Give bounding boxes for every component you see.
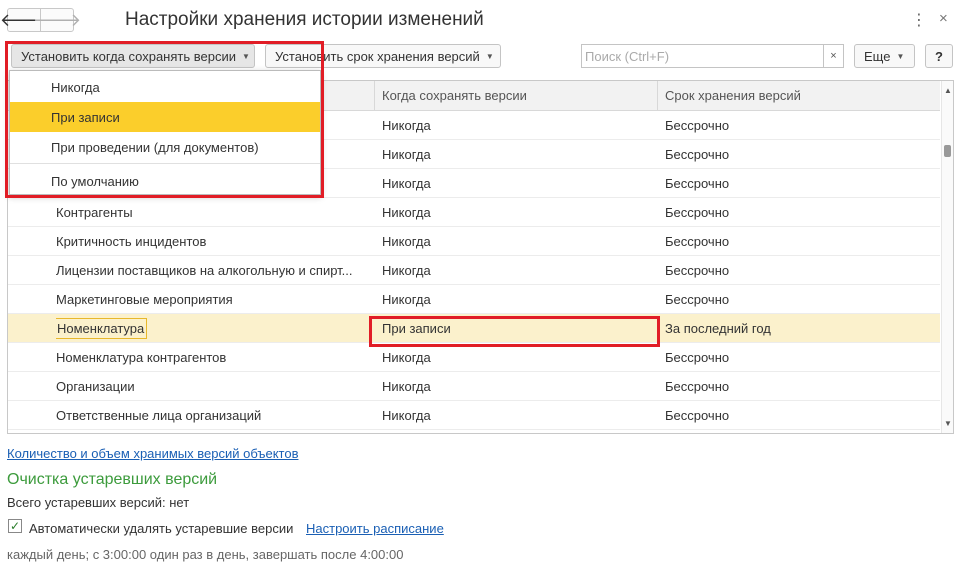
row-term: Бессрочно — [665, 204, 730, 220]
table-row[interactable]: Ответственные лица организаций Никогда Б… — [8, 401, 940, 430]
row-term: Бессрочно — [665, 291, 730, 307]
when-save-dropdown-menu: Никогда При записи При проведении (для д… — [9, 70, 321, 195]
row-name-focused: Номенклатура — [56, 317, 148, 339]
more-button[interactable]: Еще ▼ — [854, 44, 915, 68]
row-term: Бессрочно — [665, 117, 730, 133]
scroll-up-icon[interactable]: ▲ — [944, 86, 952, 95]
configure-schedule-link[interactable]: Настроить расписание — [306, 521, 444, 536]
window-title: Настройки хранения истории изменений — [125, 9, 484, 30]
menu-item-never[interactable]: Никогда — [10, 72, 320, 102]
column-header-term[interactable]: Срок хранения версий — [657, 81, 940, 110]
chevron-down-icon: ▼ — [896, 51, 905, 61]
table-row[interactable]: Номенклатура контрагентов Никогда Бессро… — [8, 343, 940, 372]
row-when: Никогда — [382, 349, 431, 365]
table-row[interactable]: Организации Никогда Бессрочно — [8, 372, 940, 401]
row-when: Никогда — [382, 233, 431, 249]
row-name: Номенклатура — [56, 314, 366, 342]
row-term: Бессрочно — [665, 262, 730, 278]
row-when: Никогда — [382, 378, 431, 394]
table-row[interactable]: Критичность инцидентов Никогда Бессрочно — [8, 227, 940, 256]
chevron-down-icon: ▼ — [241, 51, 250, 61]
row-when: Никогда — [382, 407, 431, 423]
menu-item-on-write[interactable]: При записи — [10, 102, 320, 132]
row-name: Критичность инцидентов — [56, 233, 207, 249]
row-when: Никогда — [382, 117, 431, 133]
row-term: Бессрочно — [665, 407, 730, 423]
row-name: Контрагенты — [56, 204, 133, 220]
row-name: Ответственные лица организаций — [56, 407, 262, 423]
arrow-right-icon: 🡒 — [32, 9, 82, 30]
column-header-when[interactable]: Когда сохранять версии — [374, 81, 657, 110]
chevron-down-icon: ▼ — [485, 51, 494, 61]
set-retention-term-label: Установить срок хранения версий — [275, 48, 480, 64]
forward-button[interactable]: 🡒 — [33, 8, 81, 32]
row-name: Организации — [56, 378, 135, 394]
check-icon: ✓ — [9, 519, 21, 533]
clear-search-button[interactable]: × — [824, 44, 844, 68]
row-when: Никогда — [382, 262, 431, 278]
row-when: Никогда — [382, 175, 431, 191]
help-button[interactable]: ? — [925, 44, 953, 68]
row-name: Маркетинговые мероприятия — [56, 291, 233, 307]
close-icon: × — [830, 50, 837, 62]
row-name: Лицензии поставщиков на алкогольную и сп… — [56, 262, 353, 278]
vertical-scrollbar[interactable]: ▲ ▼ — [941, 81, 953, 433]
stored-versions-link[interactable]: Количество и объем хранимых версий объек… — [7, 446, 298, 461]
auto-delete-checkbox[interactable]: ✓ — [8, 519, 22, 533]
row-name: Номенклатура контрагентов — [56, 349, 227, 365]
table-row[interactable]: Маркетинговые мероприятия Никогда Бессро… — [8, 285, 940, 314]
set-retention-term-button[interactable]: Установить срок хранения версий ▼ — [265, 44, 501, 68]
obsolete-versions-count: Всего устаревших версий: нет — [7, 495, 190, 510]
set-when-save-button[interactable]: Установить когда сохранять версии ▼ — [11, 44, 255, 68]
scroll-down-icon[interactable]: ▼ — [944, 419, 952, 428]
menu-item-on-posting[interactable]: При проведении (для документов) — [10, 132, 320, 162]
row-term: Бессрочно — [665, 146, 730, 162]
row-term: За последний год — [665, 320, 771, 336]
row-term: Бессрочно — [665, 175, 730, 191]
search-input[interactable]: Поиск (Ctrl+F) — [581, 44, 824, 68]
row-when: При записи — [382, 320, 451, 336]
row-when: Никогда — [382, 146, 431, 162]
set-when-save-label: Установить когда сохранять версии — [21, 48, 236, 64]
more-actions-icon[interactable]: ⋮ — [911, 10, 927, 30]
more-label: Еще — [864, 48, 891, 64]
table-row[interactable]: Лицензии поставщиков на алкогольную и сп… — [8, 256, 940, 285]
auto-delete-label[interactable]: Автоматически удалять устаревшие версии — [29, 521, 293, 536]
close-icon[interactable]: × — [939, 10, 948, 27]
row-term: Бессрочно — [665, 378, 730, 394]
table-row-selected[interactable]: Номенклатура При записи За последний год — [8, 314, 940, 343]
scrollbar-thumb[interactable] — [944, 145, 951, 157]
row-when: Никогда — [382, 204, 431, 220]
menu-divider — [10, 163, 320, 164]
row-when: Никогда — [382, 291, 431, 307]
table-row[interactable]: Контрагенты Никогда Бессрочно — [8, 198, 940, 227]
row-term: Бессрочно — [665, 349, 730, 365]
row-term: Бессрочно — [665, 233, 730, 249]
cleanup-section-title: Очистка устаревших версий — [7, 471, 218, 488]
menu-item-default[interactable]: По умолчанию — [10, 166, 320, 196]
schedule-description: каждый день; с 3:00:00 один раз в день, … — [7, 547, 404, 562]
